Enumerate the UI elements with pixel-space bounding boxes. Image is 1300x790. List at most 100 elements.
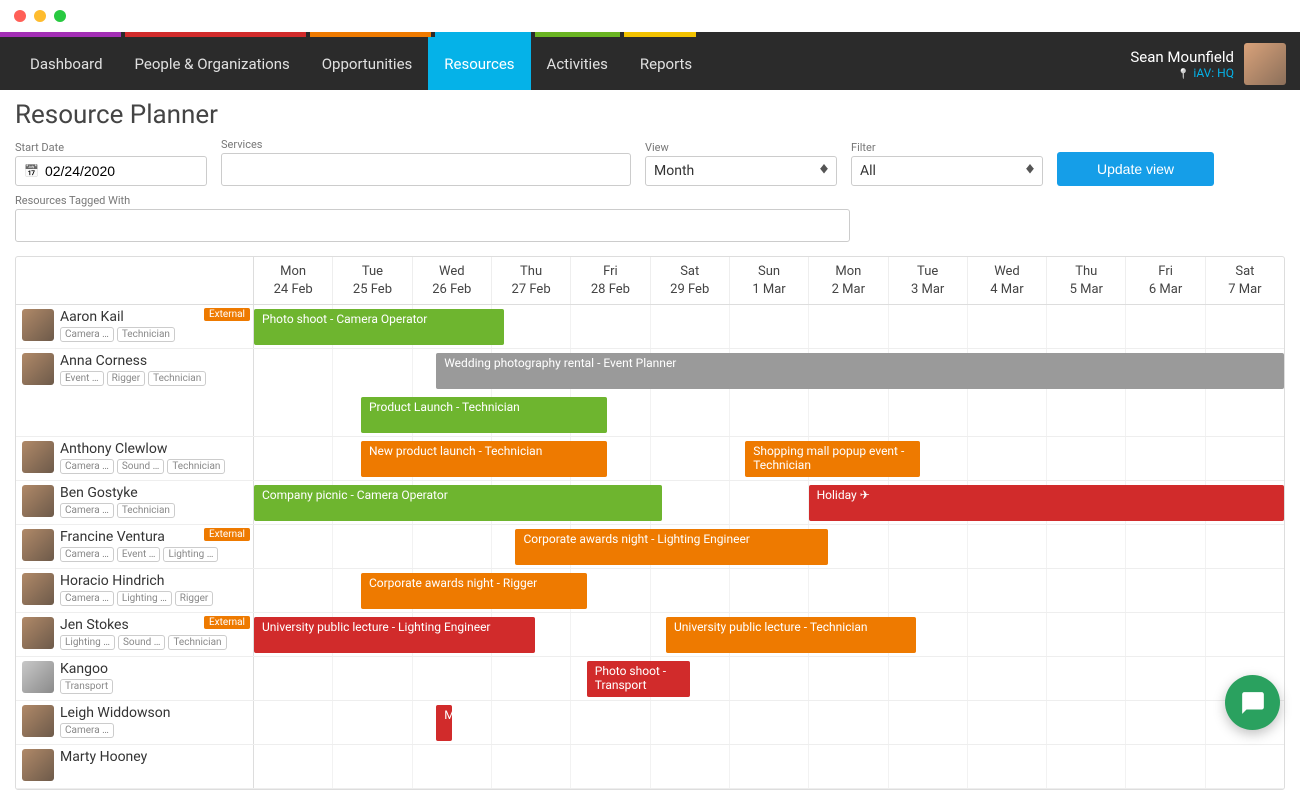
resource-cell[interactable]: Marty Hooney [16, 745, 254, 788]
timeline: New product launch - Technician Shopping … [254, 437, 1284, 480]
event-bar[interactable]: Corporate awards night - Rigger [361, 573, 587, 609]
event-bar[interactable]: Company picnic - Camera Operator [254, 485, 662, 521]
nav-dashboard[interactable]: Dashboard [14, 37, 119, 90]
event-bar[interactable]: New product launch - Technician [361, 441, 607, 477]
day-header: Sat7 Mar [1206, 257, 1284, 304]
nav-opportunities[interactable]: Opportunities [306, 37, 429, 90]
resource-cell[interactable]: Anna CornessEvent …RiggerTechnician [16, 349, 254, 436]
resource-cell[interactable]: Francine VenturaCamera …Event …Lighting … [16, 525, 254, 568]
filter-select[interactable]: All [851, 156, 1043, 186]
resource-tag: Camera … [60, 723, 114, 738]
chat-icon [1240, 690, 1266, 716]
resource-avatar [22, 529, 54, 561]
start-date-input[interactable] [45, 163, 198, 179]
user-location: iAV: HQ [1177, 66, 1234, 80]
resource-tag: Lighting … [60, 635, 115, 650]
event-bar[interactable]: Product Launch - Technician [361, 397, 607, 433]
resource-name: Leigh Widdowson [60, 705, 247, 721]
day-header: Mon24 Feb [254, 257, 333, 304]
resource-name: Marty Hooney [60, 749, 247, 765]
resource-row: Horacio HindrichCamera …Lighting …Rigger… [16, 569, 1284, 613]
start-date-input-wrap[interactable] [15, 156, 207, 186]
resource-cell[interactable]: Horacio HindrichCamera …Lighting …Rigger [16, 569, 254, 612]
user-avatar[interactable] [1244, 43, 1286, 85]
view-select[interactable]: Month [645, 156, 837, 186]
services-label: Services [221, 138, 631, 151]
update-view-button[interactable]: Update view [1057, 152, 1214, 186]
user-menu[interactable]: Sean Mounfield iAV: HQ [1130, 37, 1244, 90]
nav-reports[interactable]: Reports [624, 37, 708, 90]
timeline: Wedding photography rental - Event Plann… [254, 349, 1284, 436]
resource-cell[interactable]: Ben GostykeCamera …Technician [16, 481, 254, 524]
event-bar[interactable]: Holiday ✈ [809, 485, 1284, 521]
resource-cell[interactable]: Anthony ClewlowCamera …Sound …Technician [16, 437, 254, 480]
external-badge: External [204, 308, 250, 321]
resource-row: Ben GostykeCamera …TechnicianCompany pic… [16, 481, 1284, 525]
services-input[interactable] [230, 162, 622, 178]
resource-name: Kangoo [60, 661, 247, 677]
nav-activities[interactable]: Activities [531, 37, 624, 90]
event-bar[interactable]: Shopping mall popup event - Technician [745, 441, 919, 477]
resource-column-header [16, 257, 254, 304]
day-header: Mon2 Mar [809, 257, 888, 304]
user-name: Sean Mounfield [1130, 48, 1234, 66]
timeline: M [254, 701, 1284, 744]
resource-tag: Lighting … [117, 591, 172, 606]
resource-row: Aaron KailCamera …TechnicianExternalPhot… [16, 305, 1284, 349]
timeline: Corporate awards night - Lighting Engine… [254, 525, 1284, 568]
day-header: Thu27 Feb [492, 257, 571, 304]
day-header: Fri6 Mar [1126, 257, 1205, 304]
resource-tag: Lighting … [163, 547, 218, 562]
day-header: Sat29 Feb [651, 257, 730, 304]
resource-planner-grid: Mon24 FebTue25 FebWed26 FebThu27 FebFri2… [15, 256, 1285, 790]
resource-name: Anna Corness [60, 353, 247, 369]
external-badge: External [204, 528, 250, 541]
timeline: University public lecture - Lighting Eng… [254, 613, 1284, 656]
nav-resources[interactable]: Resources [428, 37, 530, 90]
event-bar[interactable]: M [436, 705, 452, 741]
resource-tag: Technician [117, 503, 175, 518]
chat-launcher-button[interactable] [1225, 675, 1280, 730]
resource-tag: Camera … [60, 547, 114, 562]
page-title: Resource Planner [15, 100, 1285, 130]
day-header: Tue3 Mar [889, 257, 968, 304]
resource-cell[interactable]: Leigh Widdowson Camera … [16, 701, 254, 744]
day-header: Tue25 Feb [333, 257, 412, 304]
resource-cell[interactable]: Jen StokesLighting …Sound …TechnicianExt… [16, 613, 254, 656]
resource-row: Anthony ClewlowCamera …Sound …Technician… [16, 437, 1284, 481]
timeline: Photo shoot - Transport [254, 657, 1284, 700]
nav-people-organizations[interactable]: People & Organizations [119, 37, 306, 90]
resource-row: Marty Hooney [16, 745, 1284, 789]
window-minimize-button[interactable] [34, 10, 46, 22]
resource-row: Francine VenturaCamera …Event …Lighting … [16, 525, 1284, 569]
tags-input[interactable] [24, 218, 841, 234]
event-bar[interactable]: University public lecture - Technician [666, 617, 916, 653]
filter-label: Filter [851, 141, 1043, 154]
window-close-button[interactable] [14, 10, 26, 22]
resource-avatar [22, 485, 54, 517]
tags-input-wrap[interactable] [15, 209, 850, 242]
resource-tag: Rigger [107, 371, 146, 386]
timeline: Corporate awards night - Rigger [254, 569, 1284, 612]
event-bar[interactable]: Photo shoot - Camera Operator [254, 309, 504, 345]
timeline: Photo shoot - Camera Operator [254, 305, 1284, 348]
external-badge: External [204, 616, 250, 629]
timeline [254, 745, 1284, 788]
day-header: Sun1 Mar [730, 257, 809, 304]
window-zoom-button[interactable] [54, 10, 66, 22]
resource-name: Horacio Hindrich [60, 573, 247, 589]
resource-tag: Rigger [175, 591, 214, 606]
resource-tag: Camera … [60, 503, 114, 518]
event-bar[interactable]: Photo shoot - Transport [587, 661, 690, 697]
resource-cell[interactable]: Aaron KailCamera …TechnicianExternal [16, 305, 254, 348]
day-header: Fri28 Feb [571, 257, 650, 304]
tags-label: Resources Tagged With [15, 194, 850, 207]
event-bar[interactable]: University public lecture - Lighting Eng… [254, 617, 535, 653]
resource-cell[interactable]: Kangoo Transport [16, 657, 254, 700]
services-input-wrap[interactable] [221, 153, 631, 186]
resource-tag: Event … [60, 371, 104, 386]
resource-tag: Transport [60, 679, 113, 694]
event-bar[interactable]: Corporate awards night - Lighting Engine… [515, 529, 828, 565]
resource-tag: Technician [168, 635, 226, 650]
event-bar[interactable]: Wedding photography rental - Event Plann… [436, 353, 1284, 389]
